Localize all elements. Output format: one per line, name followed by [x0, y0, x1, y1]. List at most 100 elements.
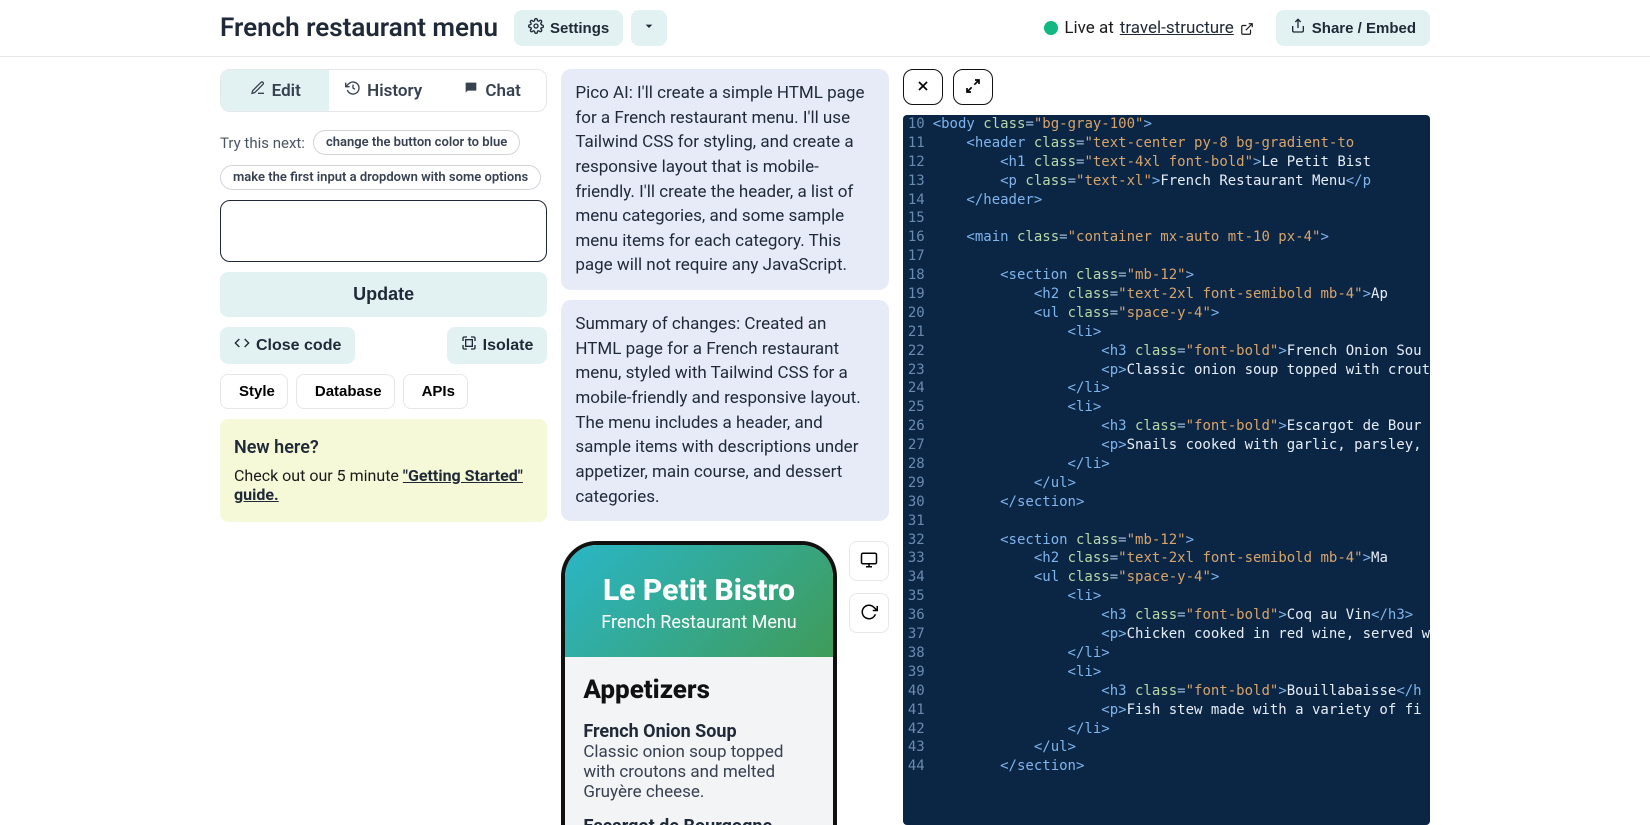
- editor-tabs: Edit History Chat: [220, 69, 547, 112]
- summary-text: Created an HTML page for a French restau…: [575, 314, 860, 506]
- tab-history-label: History: [367, 81, 422, 101]
- code-line[interactable]: 10<body class="bg-gray-100">: [903, 115, 1430, 134]
- code-line[interactable]: 13 <p class="text-xl">French Restaurant …: [903, 172, 1430, 191]
- code-line[interactable]: 16 <main class="container mx-auto mt-10 …: [903, 228, 1430, 247]
- code-line[interactable]: 27 <p>Snails cooked with garlic, parsley…: [903, 436, 1430, 455]
- line-number: 18: [903, 266, 933, 285]
- line-number: 11: [903, 134, 933, 153]
- tab-history[interactable]: History: [329, 70, 437, 111]
- menu-item-name: Escargot de Bourgogne: [583, 816, 814, 825]
- code-line[interactable]: 33 <h2 class="text-2xl font-semibold mb-…: [903, 549, 1430, 568]
- summary-label: Summary of changes:: [575, 314, 740, 334]
- code-line[interactable]: 38 </li>: [903, 644, 1430, 663]
- update-button[interactable]: Update: [220, 272, 547, 317]
- try-next: Try this next: change the button color t…: [220, 130, 547, 155]
- menu-item-name: French Onion Soup: [583, 721, 814, 742]
- history-icon: [345, 80, 361, 101]
- code-line[interactable]: 26 <h3 class="font-bold">Escargot de Bou…: [903, 417, 1430, 436]
- page-title: French restaurant menu: [220, 13, 498, 43]
- code-line[interactable]: 31: [903, 512, 1430, 531]
- line-number: 35: [903, 587, 933, 606]
- getting-started-callout: New here? Check out our 5 minute "Gettin…: [220, 419, 547, 522]
- callout-title: New here?: [234, 437, 533, 458]
- line-number: 14: [903, 191, 933, 210]
- tab-edit[interactable]: Edit: [221, 70, 329, 111]
- refresh-preview-button[interactable]: [849, 593, 889, 633]
- code-line[interactable]: 23 <p>Classic onion soup topped with cro…: [903, 361, 1430, 380]
- close-code-button[interactable]: Close code: [220, 327, 355, 364]
- code-line[interactable]: 25 <li>: [903, 398, 1430, 417]
- external-link-icon: [1240, 21, 1254, 35]
- code-line[interactable]: 22 <h3 class="font-bold">French Onion So…: [903, 342, 1430, 361]
- code-line[interactable]: 41 <p>Fish stew made with a variety of f…: [903, 701, 1430, 720]
- pencil-icon: [250, 80, 266, 101]
- settings-dropdown-button[interactable]: [631, 10, 667, 46]
- line-number: 42: [903, 720, 933, 739]
- desktop-preview-button[interactable]: [849, 541, 889, 581]
- live-link[interactable]: travel-structure: [1120, 18, 1234, 38]
- suggestion-chip[interactable]: make the first input a dropdown with som…: [220, 165, 541, 190]
- isolate-button[interactable]: Isolate: [447, 327, 548, 364]
- ai-message: Pico AI: I'll create a simple HTML page …: [561, 69, 888, 290]
- line-number: 36: [903, 606, 933, 625]
- chevron-down-icon: [641, 18, 657, 38]
- code-line[interactable]: 44 </section>: [903, 757, 1430, 776]
- code-line[interactable]: 19 <h2 class="text-2xl font-semibold mb-…: [903, 285, 1430, 304]
- line-number: 25: [903, 398, 933, 417]
- code-line[interactable]: 18 <section class="mb-12">: [903, 266, 1430, 285]
- line-number: 31: [903, 512, 933, 531]
- line-number: 37: [903, 625, 933, 644]
- settings-button[interactable]: Settings: [514, 10, 623, 46]
- menu-item: Escargot de Bourgogne Snails cooked with…: [583, 816, 814, 825]
- line-number: 16: [903, 228, 933, 247]
- tab-edit-label: Edit: [272, 81, 301, 101]
- preview-header: Le Petit Bistro French Restaurant Menu: [565, 545, 832, 657]
- style-button[interactable]: Style: [220, 374, 288, 409]
- app-header: French restaurant menu Settings Live at …: [0, 0, 1650, 57]
- code-line[interactable]: 30 </section>: [903, 493, 1430, 512]
- code-line[interactable]: 12 <h1 class="text-4xl font-bold">Le Pet…: [903, 153, 1430, 172]
- code-line[interactable]: 37 <p>Chicken cooked in red wine, served…: [903, 625, 1430, 644]
- close-code-panel-button[interactable]: [903, 69, 943, 105]
- code-line[interactable]: 17: [903, 247, 1430, 266]
- code-line[interactable]: 36 <h3 class="font-bold">Coq au Vin</h3>: [903, 606, 1430, 625]
- line-number: 27: [903, 436, 933, 455]
- line-number: 19: [903, 285, 933, 304]
- database-button[interactable]: Database: [296, 374, 395, 409]
- code-line[interactable]: 28 </li>: [903, 455, 1430, 474]
- apis-label: APIs: [422, 383, 455, 400]
- code-line[interactable]: 14 </header>: [903, 191, 1430, 210]
- line-number: 41: [903, 701, 933, 720]
- code-line[interactable]: 15: [903, 209, 1430, 228]
- line-number: 33: [903, 549, 933, 568]
- code-line[interactable]: 20 <ul class="space-y-4">: [903, 304, 1430, 323]
- share-icon: [1290, 18, 1306, 38]
- expand-code-button[interactable]: [953, 69, 993, 105]
- prompt-input[interactable]: [220, 200, 547, 262]
- refresh-icon: [860, 603, 878, 624]
- share-embed-button[interactable]: Share / Embed: [1276, 10, 1430, 46]
- code-editor[interactable]: 10<body class="bg-gray-100">11 <header c…: [903, 115, 1430, 825]
- code-line[interactable]: 24 </li>: [903, 379, 1430, 398]
- code-line[interactable]: 11 <header class="text-center py-8 bg-gr…: [903, 134, 1430, 153]
- code-line[interactable]: 39 <li>: [903, 663, 1430, 682]
- live-status: Live at travel-structure: [1044, 18, 1253, 38]
- code-line[interactable]: 29 </ul>: [903, 474, 1430, 493]
- apis-button[interactable]: APIs: [403, 374, 468, 409]
- code-line[interactable]: 34 <ul class="space-y-4">: [903, 568, 1430, 587]
- suggestion-chip[interactable]: change the button color to blue: [313, 130, 520, 155]
- code-line[interactable]: 21 <li>: [903, 323, 1430, 342]
- isolate-icon: [461, 335, 477, 356]
- settings-label: Settings: [550, 20, 609, 37]
- line-number: 21: [903, 323, 933, 342]
- tab-chat[interactable]: Chat: [438, 70, 546, 111]
- line-number: 12: [903, 153, 933, 172]
- code-line[interactable]: 43 </ul>: [903, 738, 1430, 757]
- monitor-icon: [860, 551, 878, 572]
- code-line[interactable]: 32 <section class="mb-12">: [903, 531, 1430, 550]
- isolate-label: Isolate: [483, 337, 534, 355]
- code-line[interactable]: 40 <h3 class="font-bold">Bouillabaisse</…: [903, 682, 1430, 701]
- code-line[interactable]: 35 <li>: [903, 587, 1430, 606]
- try-next-label: Try this next:: [220, 134, 305, 152]
- code-line[interactable]: 42 </li>: [903, 720, 1430, 739]
